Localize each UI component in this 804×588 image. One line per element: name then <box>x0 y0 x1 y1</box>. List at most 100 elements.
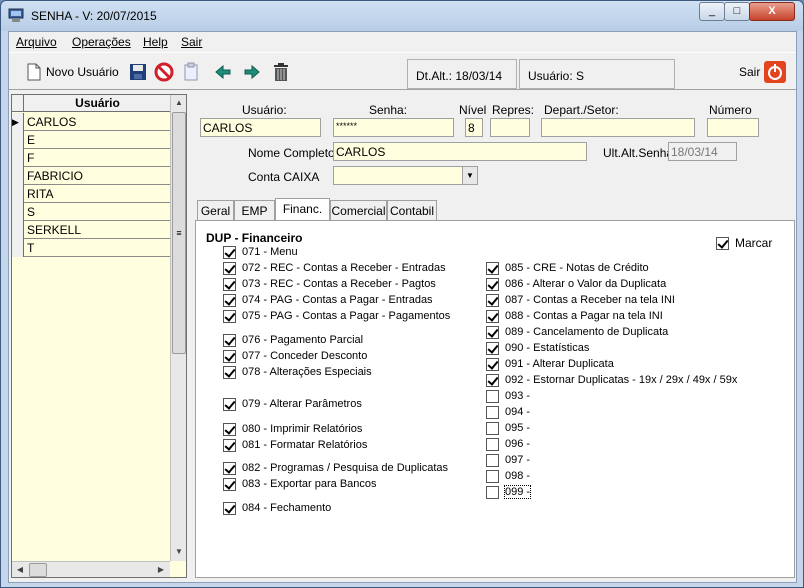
checkbox-box[interactable] <box>486 437 499 451</box>
checkbox-box[interactable] <box>223 477 236 491</box>
close-button[interactable]: X <box>749 2 795 21</box>
permission-checkbox[interactable]: 081 - Formatar Relatórios <box>223 438 367 452</box>
permission-checkbox[interactable]: 089 - Cancelamento de Duplicata <box>486 325 668 339</box>
table-row[interactable]: F <box>12 149 170 167</box>
checkbox-box[interactable] <box>486 277 499 291</box>
depart-input[interactable] <box>541 118 695 137</box>
menu-sair[interactable]: Sair <box>181 35 202 49</box>
permission-checkbox[interactable]: 093 - <box>486 389 530 403</box>
permission-checkbox[interactable]: 094 - <box>486 405 530 419</box>
checkbox-box[interactable] <box>486 341 499 355</box>
permission-checkbox[interactable]: 073 - REC - Contas a Receber - Pagtos <box>223 277 436 291</box>
permission-checkbox[interactable]: 077 - Conceder Desconto <box>223 349 367 363</box>
menu-arquivo[interactable]: Arquivo <box>16 35 57 49</box>
table-row[interactable]: SERKELL <box>12 221 170 239</box>
permission-checkbox[interactable]: 086 - Alterar o Valor da Duplicata <box>486 277 666 291</box>
checkbox-box[interactable] <box>223 245 236 259</box>
permission-checkbox[interactable]: 082 - Programas / Pesquisa de Duplicatas <box>223 461 448 475</box>
tab-contabil[interactable]: Contabil <box>387 200 437 220</box>
permission-checkbox[interactable]: 088 - Contas a Pagar na tela INI <box>486 309 663 323</box>
checkbox-box[interactable] <box>223 461 236 475</box>
scroll-left-arrow-icon[interactable]: ◀ <box>12 562 28 577</box>
dropdown-arrow-icon[interactable]: ▼ <box>462 167 477 184</box>
scroll-up-arrow-icon[interactable]: ▲ <box>171 95 186 111</box>
permission-checkbox[interactable]: 099 - <box>486 485 532 499</box>
save-button[interactable] <box>129 61 147 83</box>
checkbox-box[interactable] <box>223 277 236 291</box>
user-name-cell[interactable]: CARLOS <box>27 115 76 129</box>
marcar-checkbox-box[interactable] <box>716 236 729 250</box>
table-row[interactable]: S <box>12 203 170 221</box>
permission-checkbox[interactable]: 076 - Pagamento Parcial <box>223 333 363 347</box>
maximize-button[interactable]: □ <box>724 2 750 21</box>
scroll-right-arrow-icon[interactable]: ▶ <box>153 562 169 577</box>
permission-checkbox[interactable]: 075 - PAG - Contas a Pagar - Pagamentos <box>223 309 450 323</box>
checkbox-box[interactable] <box>486 389 499 403</box>
checkbox-box[interactable] <box>223 261 236 275</box>
permission-checkbox[interactable]: 097 - <box>486 453 530 467</box>
user-name-cell[interactable]: SERKELL <box>27 223 81 237</box>
tab-emp[interactable]: EMP <box>234 200 275 220</box>
checkbox-box[interactable] <box>486 325 499 339</box>
exit-button[interactable]: Sair <box>735 61 787 83</box>
permission-checkbox[interactable]: 087 - Contas a Receber na tela INI <box>486 293 675 307</box>
checkbox-box[interactable] <box>486 453 499 467</box>
checkbox-box[interactable] <box>486 373 499 387</box>
user-name-cell[interactable]: E <box>27 133 35 147</box>
permission-checkbox[interactable]: 084 - Fechamento <box>223 501 331 515</box>
checkbox-box[interactable] <box>486 309 499 323</box>
user-name-cell[interactable]: F <box>27 151 34 165</box>
table-row[interactable]: RITA <box>12 185 170 203</box>
table-row[interactable]: FABRICIO <box>12 167 170 185</box>
permission-checkbox[interactable]: 098 - <box>486 469 530 483</box>
checkbox-box[interactable] <box>223 501 236 515</box>
checkbox-box[interactable] <box>486 485 499 499</box>
permission-checkbox[interactable]: 095 - <box>486 421 530 435</box>
previous-button[interactable] <box>215 61 231 83</box>
grid-horizontal-scrollbar[interactable]: ◀ ▶ <box>12 561 170 577</box>
checkbox-box[interactable] <box>223 397 236 411</box>
table-row[interactable]: T <box>12 239 170 257</box>
grid-column-usuario[interactable]: Usuário <box>25 96 170 110</box>
delete-button[interactable] <box>272 61 290 83</box>
permission-checkbox[interactable]: 083 - Exportar para Bancos <box>223 477 377 491</box>
checkbox-box[interactable] <box>486 405 499 419</box>
permission-checkbox[interactable]: 091 - Alterar Duplicata <box>486 357 614 371</box>
checkbox-box[interactable] <box>223 309 236 323</box>
permission-checkbox[interactable]: 074 - PAG - Contas a Pagar - Entradas <box>223 293 433 307</box>
conta-caixa-select[interactable]: ▼ <box>333 166 478 185</box>
copy-button[interactable] <box>183 61 199 83</box>
minimize-button[interactable]: _ <box>699 2 725 21</box>
numero-input[interactable] <box>707 118 759 137</box>
permission-checkbox[interactable]: 092 - Estornar Duplicatas - 19x / 29x / … <box>486 373 737 387</box>
tab-comercial[interactable]: Comercial <box>330 200 387 220</box>
checkbox-box[interactable] <box>486 293 499 307</box>
permission-checkbox[interactable]: 096 - <box>486 437 530 451</box>
permission-checkbox[interactable]: 078 - Alterações Especiais <box>223 365 372 379</box>
permission-checkbox[interactable]: 090 - Estatísticas <box>486 341 589 355</box>
checkbox-box[interactable] <box>486 421 499 435</box>
checkbox-box[interactable] <box>486 469 499 483</box>
permission-checkbox[interactable]: 085 - CRE - Notas de Crédito <box>486 261 649 275</box>
checkbox-box[interactable] <box>486 357 499 371</box>
nivel-input[interactable]: 8 <box>465 118 483 137</box>
marcar-checkbox[interactable]: Marcar <box>716 236 772 250</box>
usuario-input[interactable]: CARLOS <box>200 118 321 137</box>
permission-checkbox[interactable]: 080 - Imprimir Relatórios <box>223 422 362 436</box>
checkbox-box[interactable] <box>486 261 499 275</box>
new-user-button[interactable]: Novo Usuário <box>26 61 119 83</box>
senha-input[interactable]: ****** <box>333 118 454 137</box>
menu-help[interactable]: Help <box>143 35 168 49</box>
next-button[interactable] <box>244 61 260 83</box>
user-name-cell[interactable]: S <box>27 205 35 219</box>
table-row[interactable]: E <box>12 131 170 149</box>
scroll-down-arrow-icon[interactable]: ▼ <box>171 544 186 560</box>
repres-input[interactable] <box>490 118 530 137</box>
cancel-button[interactable] <box>154 61 174 83</box>
user-name-cell[interactable]: T <box>27 241 34 255</box>
table-row[interactable]: ▶ CARLOS <box>12 113 170 131</box>
user-name-cell[interactable]: FABRICIO <box>27 169 83 183</box>
tab-financ[interactable]: Financ. <box>275 198 330 220</box>
user-name-cell[interactable]: RITA <box>27 187 53 201</box>
menu-operacoes[interactable]: Operações <box>72 35 131 49</box>
